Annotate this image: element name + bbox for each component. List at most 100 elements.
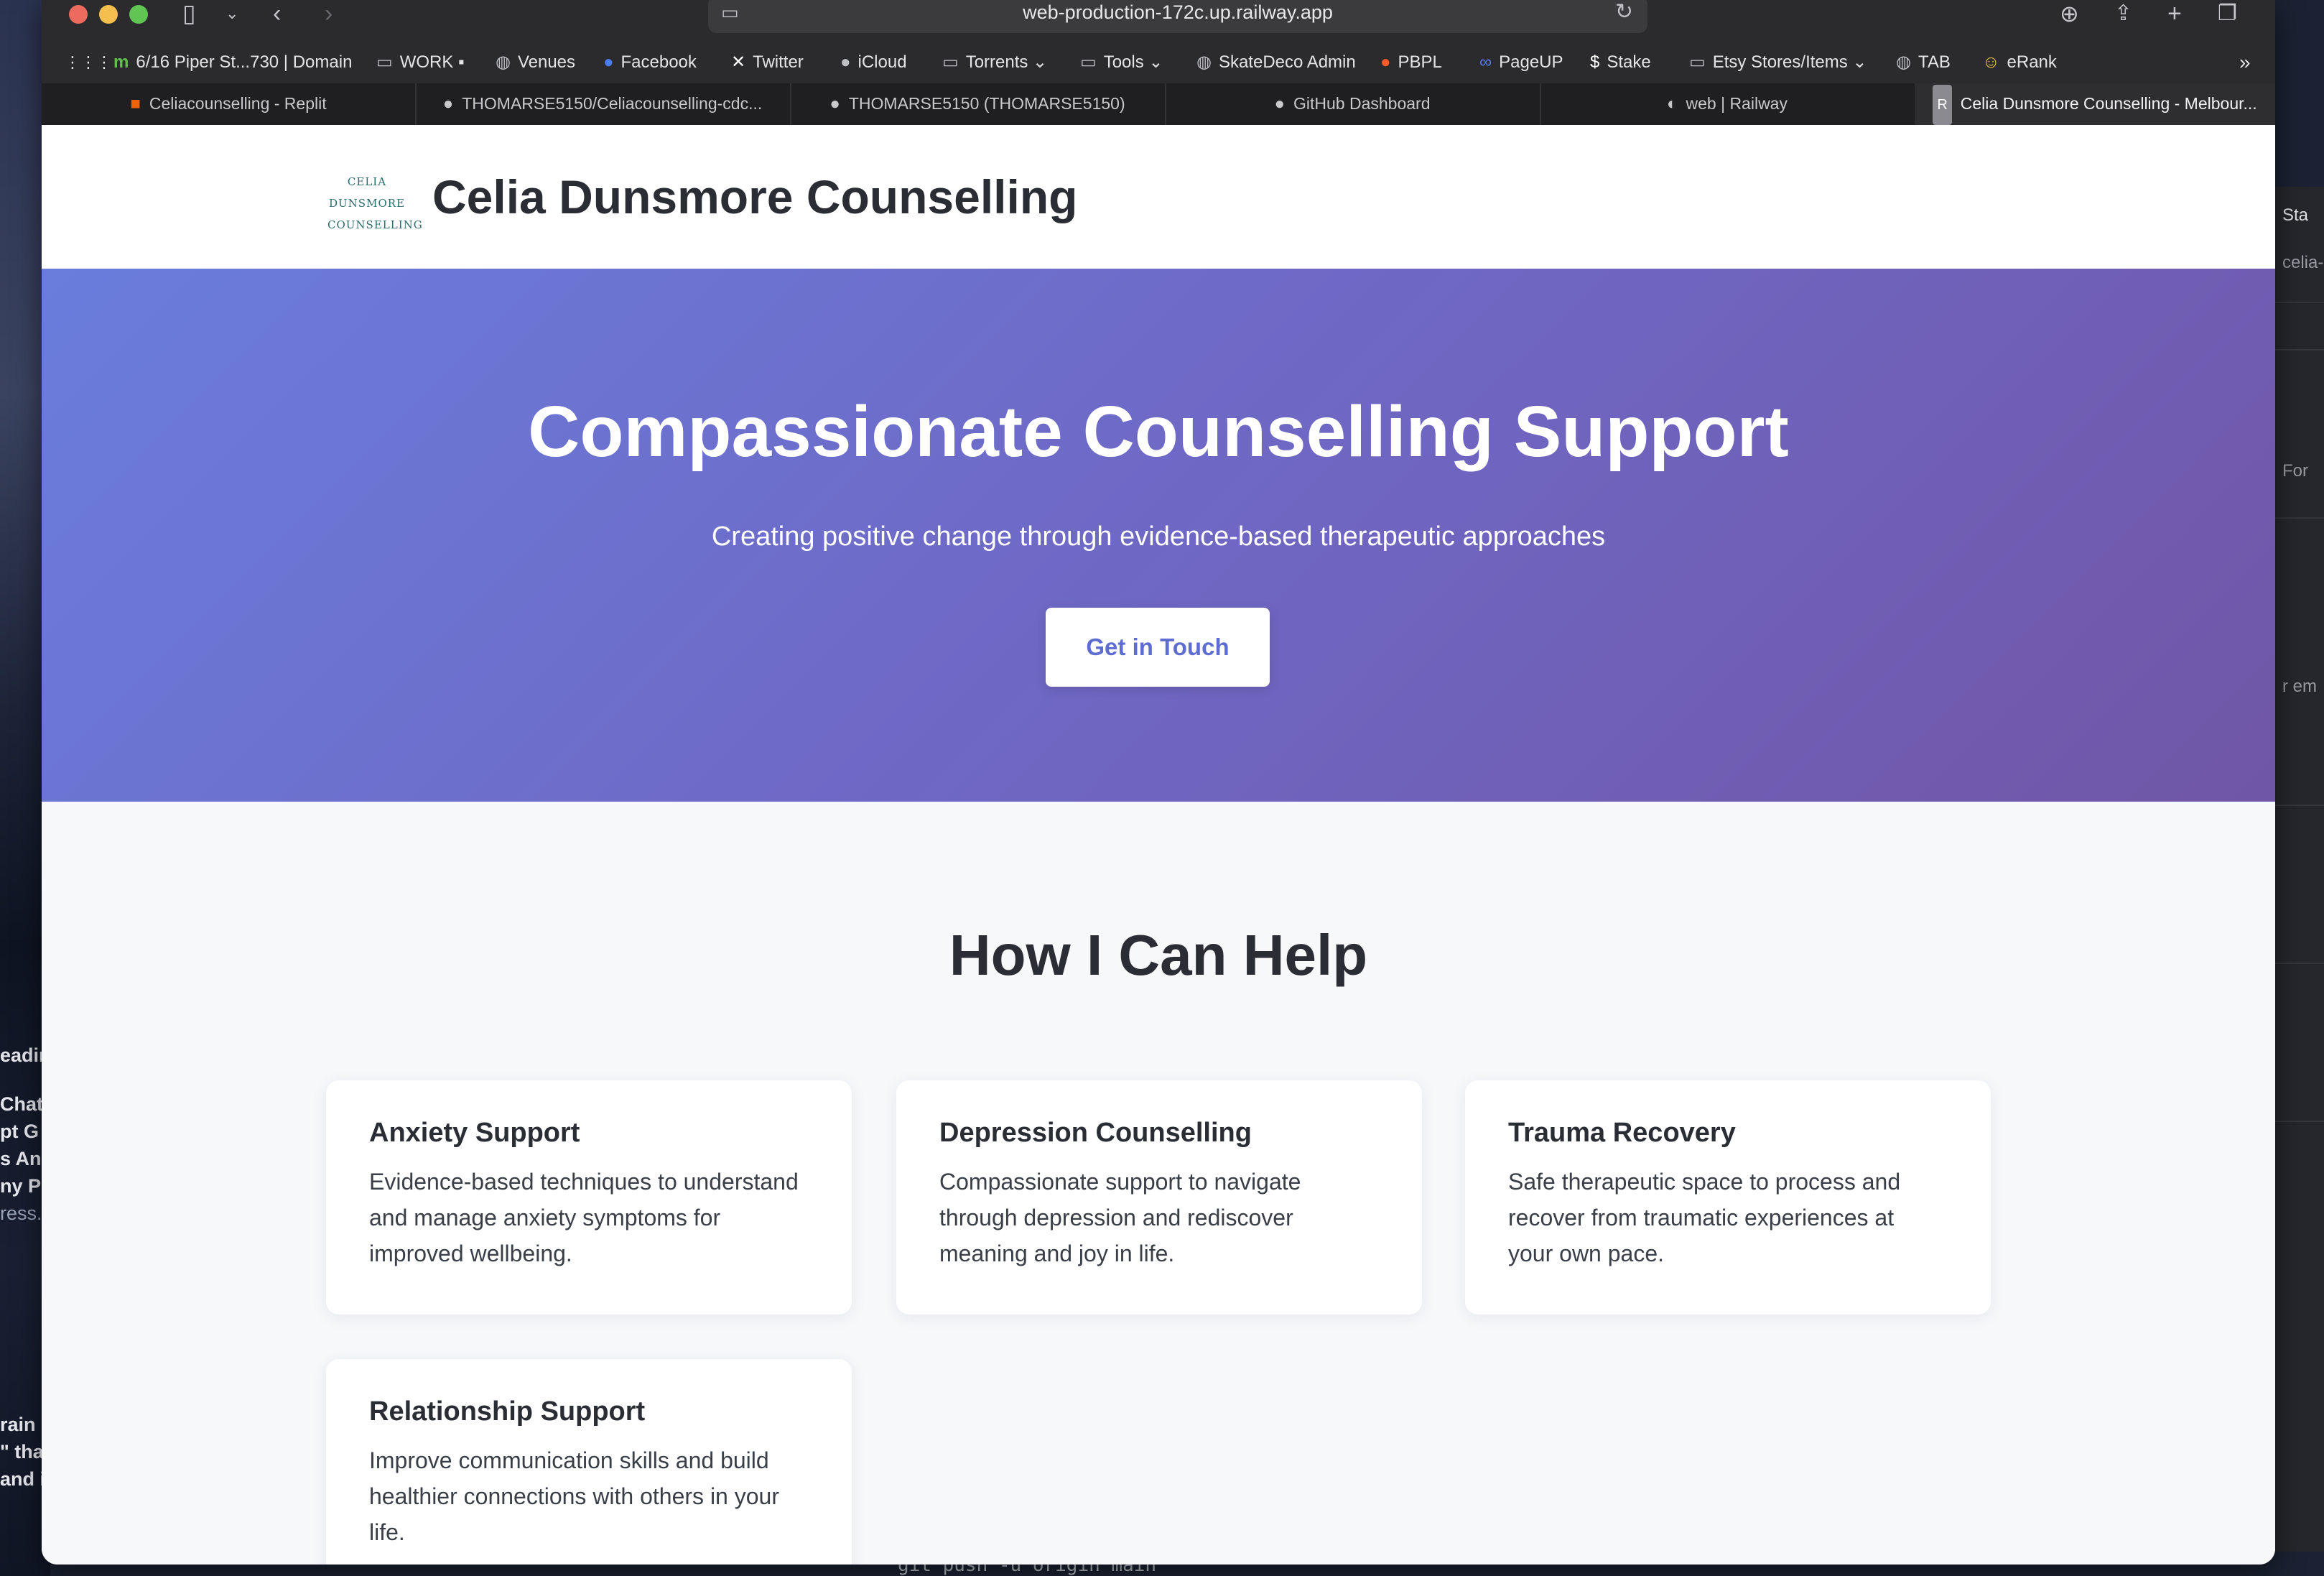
service-card: Depression Counselling Compassionate sup… — [896, 1080, 1422, 1315]
stake-icon: $ — [1590, 52, 1600, 72]
minimize-window-button[interactable] — [99, 5, 118, 24]
tab-bar: ■ Celiacounselling - Replit ● THOMARSE5150… — [42, 83, 2275, 125]
reload-icon[interactable]: ↻ — [1615, 0, 1633, 29]
downloads-icon[interactable]: ⊕ — [2060, 0, 2079, 29]
globe-icon: ◍ — [1196, 52, 1212, 72]
bookmark-tab[interactable]: ◍ TAB — [1896, 45, 1951, 82]
divider — [2275, 1121, 2324, 1122]
divider — [2275, 805, 2324, 806]
reddit-icon: ● — [1380, 52, 1391, 72]
bookmark-skatedeco-admin[interactable]: ◍ SkateDeco Admin — [1196, 45, 1356, 82]
r-icon: R — [1933, 85, 1952, 125]
logo-text: COUNSELLING — [327, 218, 423, 231]
get-in-touch-button[interactable]: Get in Touch — [1046, 608, 1270, 687]
bookmark-icloud[interactable]: ● iCloud — [840, 45, 907, 82]
service-card-text: Improve communication skills and build h… — [369, 1447, 779, 1545]
tab-github-profile[interactable]: ● THOMARSE5150 (THOMARSE5150) — [790, 83, 1166, 125]
service-card-title: Trauma Recovery — [1508, 1118, 1736, 1148]
site-settings-icon[interactable]: ▭ — [721, 0, 739, 29]
new-tab-plus-icon[interactable]: + — [2167, 0, 2182, 29]
twitter-x-icon: ✕ — [731, 52, 746, 72]
bookmark-facebook[interactable]: ● Facebook — [603, 45, 697, 82]
desktop-text-fragment: celia- — [2282, 253, 2324, 272]
tab-celia-site[interactable]: R Celia Dunsmore Counselling - Melbour... — [1915, 83, 2275, 125]
github-icon: ● — [442, 94, 454, 113]
service-card-title: Anxiety Support — [369, 1118, 580, 1148]
folder-icon: ▭ — [942, 52, 959, 72]
facebook-icon: ● — [603, 52, 614, 72]
services-section-title: How I Can Help — [949, 923, 1368, 987]
desktop-text-fragment: r em — [2282, 677, 2317, 696]
desktop-text-fragment: s An — [0, 1148, 42, 1169]
bookmark-stake[interactable]: $ Stake — [1590, 45, 1651, 82]
github-icon: ● — [1274, 94, 1286, 113]
globe-icon: ◍ — [1896, 52, 1911, 72]
emoji-icon: ☺ — [1982, 52, 2000, 72]
replit-icon: ■ — [130, 94, 141, 113]
service-card: Anxiety Support Evidence-based technique… — [326, 1080, 852, 1315]
service-card-text: Safe therapeutic space to process and re… — [1508, 1169, 1901, 1266]
bookmarks-bar: ⋮⋮⋮ m 6/16 Piper St...730 | Domain ▭ WORK … — [42, 45, 2275, 82]
globe-icon: ◍ — [496, 52, 511, 72]
site-header: CELIA DUNSMORE COUNSELLING Celia Dunsmor… — [42, 125, 2275, 270]
bookmark-torrents[interactable]: ▭ Torrents ⌄ — [942, 45, 1047, 82]
bookmark-twitter[interactable]: ✕ Twitter — [731, 45, 804, 82]
divider — [2275, 517, 2324, 519]
desktop-text-fragment: pt G — [0, 1121, 39, 1142]
desktop-text-fragment: For — [2282, 461, 2308, 481]
logo-text: CELIA DUNSMORE — [329, 175, 405, 210]
url-text: web-production-172c.up.railway.app — [1023, 1, 1333, 23]
title-bar: ▯ ⌄ ‹ › ▭ web-production-172c.up.railway… — [42, 0, 2275, 42]
service-card-title: Depression Counselling — [939, 1118, 1252, 1148]
pageup-icon: ∞ — [1479, 52, 1492, 72]
desktop-text-fragment: Sta — [2282, 205, 2309, 225]
bookmark-work[interactable]: ▭ WORK ▪ — [376, 45, 465, 82]
close-window-button[interactable] — [69, 5, 88, 24]
service-card: Trauma Recovery Safe therapeutic space t… — [1465, 1080, 1991, 1315]
bookmark-erank[interactable]: ☺ eRank — [1982, 45, 2057, 82]
sidebar-toggle-icon[interactable]: ▯ — [182, 0, 196, 29]
tab-github-repo[interactable]: ● THOMARSE5150/Celiacounselling-cdc... — [415, 83, 791, 125]
tab-replit[interactable]: ■ Celiacounselling - Replit — [42, 83, 417, 125]
bookmark-domain[interactable]: m 6/16 Piper St...730 | Domain — [113, 45, 352, 82]
tab-overview-icon[interactable]: ❐ — [2218, 0, 2237, 29]
desktop-background-right: Sta celia- For r em — [2275, 187, 2324, 1552]
desktop-text-fragment: ress. — [0, 1202, 42, 1224]
desktop-text-fragment: Chat — [0, 1093, 43, 1115]
apps-grid-icon[interactable]: ⋮⋮⋮ — [65, 45, 112, 82]
address-bar[interactable]: ▭ web-production-172c.up.railway.app ↻ — [708, 0, 1647, 33]
site-logo[interactable]: CELIA DUNSMORE COUNSELLING — [327, 171, 422, 231]
bookmark-etsy-stores[interactable]: ▭ Etsy Stores/Items ⌄ — [1689, 45, 1867, 82]
page-viewport: CELIA DUNSMORE COUNSELLING Celia Dunsmor… — [42, 125, 2275, 1565]
bookmark-venues[interactable]: ◍ Venues — [496, 45, 575, 82]
tab-railway[interactable]: ◐ web | Railway — [1540, 83, 1916, 125]
desktop-text-fragment: and i — [0, 1468, 46, 1490]
railway-icon: ◐ — [1667, 94, 1678, 113]
divider — [2275, 349, 2324, 351]
divider — [2275, 302, 2324, 303]
zoom-window-button[interactable] — [129, 5, 148, 24]
bookmark-tools[interactable]: ▭ Tools ⌄ — [1080, 45, 1163, 82]
github-icon: ● — [829, 94, 840, 113]
more-bookmarks-icon[interactable]: » — [2239, 45, 2251, 82]
tab-github-dashboard[interactable]: ● GitHub Dashboard — [1165, 83, 1541, 125]
chevron-down-icon[interactable]: ⌄ — [226, 0, 238, 29]
bookmark-pbpl[interactable]: ● PBPL — [1380, 45, 1442, 82]
service-card-text: Evidence-based techniques to understand … — [369, 1169, 799, 1266]
hero-section: Compassionate Counselling Support Creati… — [42, 269, 2275, 802]
domain-icon: m — [113, 52, 129, 72]
desktop-text-fragment: rain — [0, 1414, 36, 1435]
service-card-text: Compassionate support to navigate throug… — [939, 1169, 1301, 1266]
folder-icon: ▭ — [376, 52, 393, 72]
desktop-text-fragment: ny P — [0, 1175, 42, 1197]
forward-arrow-icon[interactable]: › — [325, 0, 333, 29]
divider — [2275, 963, 2324, 964]
desktop-text-fragment: " tha — [0, 1441, 44, 1463]
hero-subtitle: Creating positive change through evidenc… — [711, 522, 1606, 552]
site-brand-title[interactable]: Celia Dunsmore Counselling — [432, 170, 1077, 224]
back-arrow-icon[interactable]: ‹ — [273, 0, 281, 29]
hero-title: Compassionate Counselling Support — [528, 391, 1789, 472]
bookmark-pageup[interactable]: ∞ PageUP — [1479, 45, 1563, 82]
share-icon[interactable]: ⇪ — [2114, 0, 2132, 29]
service-card-title: Relationship Support — [369, 1396, 646, 1427]
